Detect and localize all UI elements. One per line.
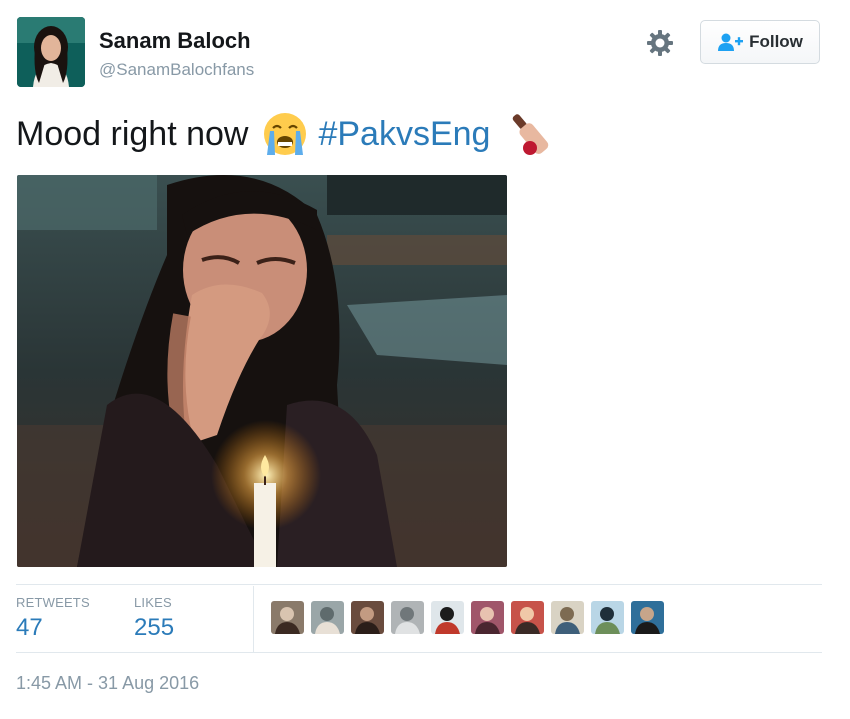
hashtag-link[interactable]: #PakvsEng [318,115,490,154]
tweet-text: Mood right now #PakvsEng [16,108,556,160]
retweets-label: RETWEETS [16,595,90,610]
liker-avatar[interactable] [351,601,384,634]
divider [16,584,822,585]
tweet-photo[interactable] [17,175,507,567]
display-name[interactable]: Sanam Baloch [99,28,251,54]
follow-label: Follow [749,32,803,51]
divider [253,586,254,652]
avatar[interactable] [17,17,85,87]
liker-avatar[interactable] [391,601,424,634]
divider [16,652,822,653]
liker-avatar[interactable] [631,601,664,634]
tweet-body: Mood right now [16,114,249,153]
liker-avatar[interactable] [591,601,624,634]
liker-avatar[interactable] [471,601,504,634]
likes-label: LIKES [134,595,172,610]
add-user-icon [718,33,744,51]
loudly-crying-face-icon [264,113,307,155]
liker-avatar[interactable] [311,601,344,634]
liker-avatar[interactable] [551,601,584,634]
tweet-timestamp[interactable]: 1:45 AM - 31 Aug 2016 [16,673,199,694]
follow-button[interactable]: Follow [700,20,820,64]
likes-count: 255 [134,614,175,641]
crying-woman-candle-photo [17,175,507,567]
liker-avatar[interactable] [271,601,304,634]
user-handle[interactable]: @SanamBalochfans [99,60,254,80]
gear-icon[interactable] [646,29,674,57]
liker-avatar[interactable] [511,601,544,634]
likers-list [271,601,664,634]
cricket-bat-icon [513,114,549,155]
retweets-count: 47 [16,614,43,641]
liker-avatar[interactable] [431,601,464,634]
